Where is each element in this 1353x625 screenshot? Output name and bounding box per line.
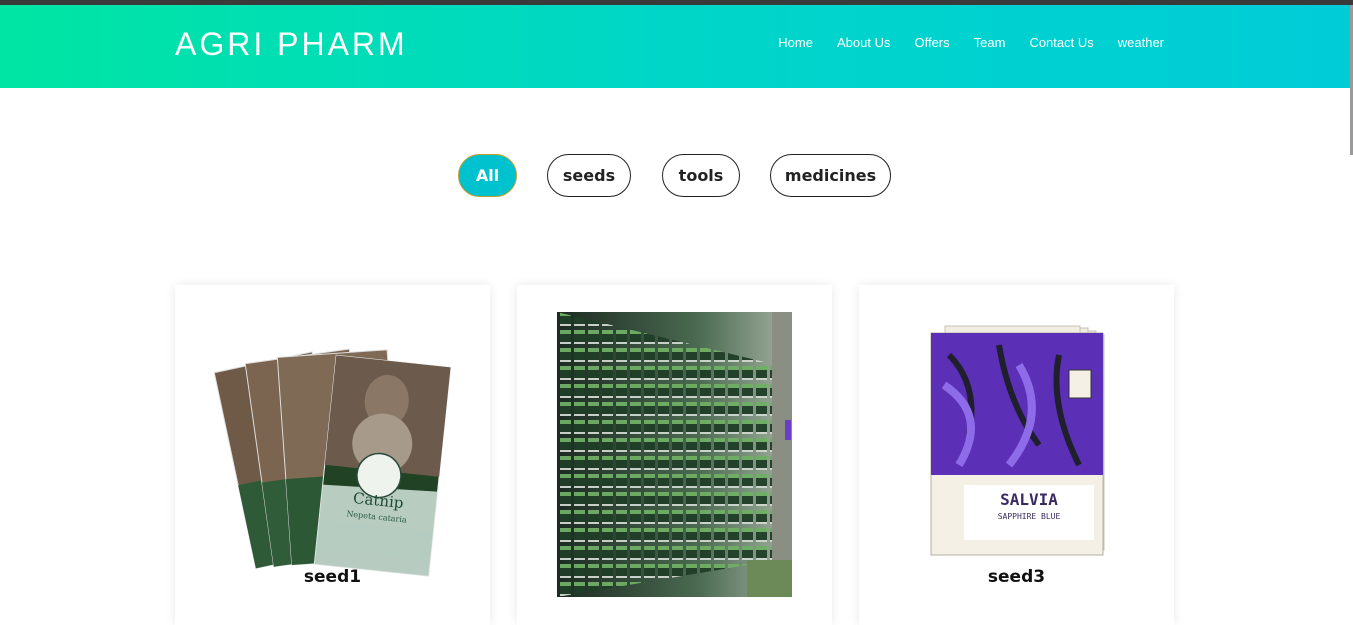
product-title[interactable]: seed3 bbox=[859, 567, 1174, 587]
site-header: AGRI PHARM Home About Us Offers Team Con… bbox=[0, 5, 1350, 88]
plant-wall-image bbox=[557, 312, 792, 597]
product-card[interactable]: Catnip Nepeta cataria seed1 bbox=[175, 285, 490, 625]
nav-offers[interactable]: Offers bbox=[914, 35, 949, 50]
salvia-packets-image: SALVIA SAPPHIRE BLUE bbox=[930, 325, 1105, 556]
product-card[interactable] bbox=[517, 285, 832, 625]
packet-title: SALVIA bbox=[1000, 490, 1058, 509]
filter-seeds-button[interactable]: seeds bbox=[547, 154, 631, 197]
filter-tools-button[interactable]: tools bbox=[662, 154, 740, 197]
nav-home[interactable]: Home bbox=[778, 35, 813, 50]
nav-contact-us[interactable]: Contact Us bbox=[1029, 35, 1093, 50]
nav-weather[interactable]: weather bbox=[1118, 35, 1164, 50]
main-nav: Home About Us Offers Team Contact Us wea… bbox=[754, 35, 1164, 50]
catnip-packets-image: Catnip Nepeta cataria bbox=[213, 348, 452, 577]
nav-about-us[interactable]: About Us bbox=[837, 35, 890, 50]
nav-team[interactable]: Team bbox=[974, 35, 1006, 50]
product-title[interactable]: seed1 bbox=[175, 567, 490, 587]
site-logo[interactable]: AGRI PHARM bbox=[175, 26, 408, 63]
filter-bar: All seeds tools medicines bbox=[0, 154, 1353, 199]
filter-all-button[interactable]: All bbox=[458, 154, 517, 197]
product-card[interactable]: SALVIA SAPPHIRE BLUE seed3 bbox=[859, 285, 1174, 625]
packet-subtitle: SAPPHIRE BLUE bbox=[998, 512, 1061, 521]
filter-medicines-button[interactable]: medicines bbox=[770, 154, 891, 197]
